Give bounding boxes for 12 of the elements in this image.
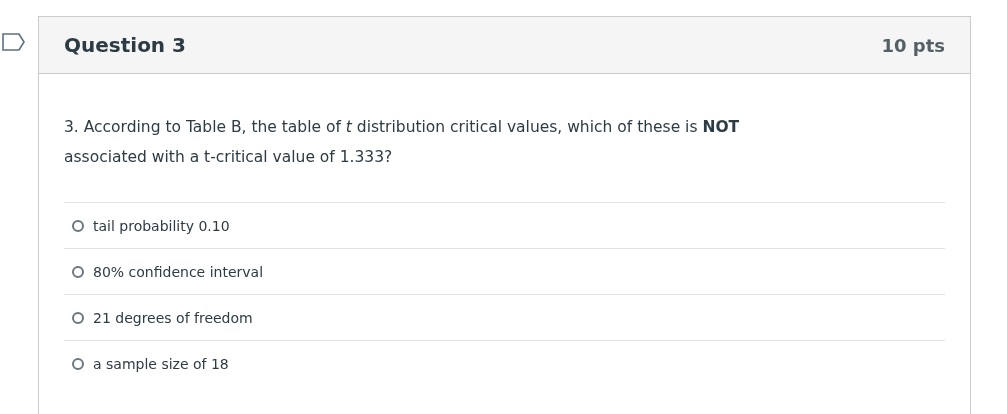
answer-label[interactable]: 80% confidence interval	[93, 263, 264, 280]
radio-button[interactable]	[72, 265, 84, 278]
flag-icon[interactable]	[2, 33, 25, 51]
question-title: Question 3	[64, 33, 186, 57]
question-points: 10 pts	[881, 34, 945, 56]
radio-button[interactable]	[72, 357, 84, 370]
answer-label[interactable]: tail probability 0.10	[93, 217, 230, 234]
answer-label[interactable]: a sample size of 18	[93, 355, 229, 372]
answer-label[interactable]: 21 degrees of freedom	[93, 309, 253, 326]
radio-button[interactable]	[72, 311, 84, 324]
radio-button[interactable]	[72, 219, 84, 232]
question-text: 3. According to Table B, the table of t distribution critical values, which of these is NOT associated with a t-critical value of 1.333?	[64, 117, 741, 168]
